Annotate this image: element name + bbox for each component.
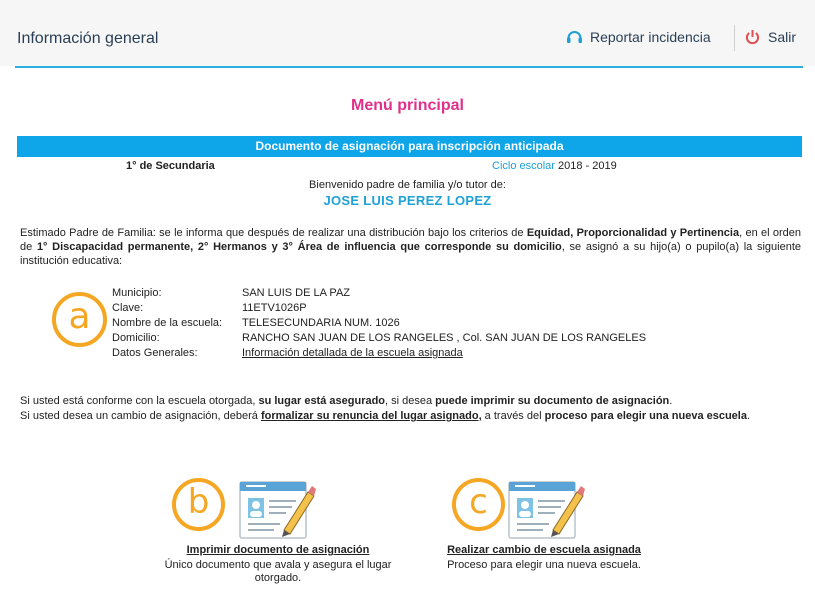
power-icon	[745, 30, 760, 45]
page-title: Información general	[17, 30, 159, 47]
headset-icon	[567, 31, 582, 43]
address-label: Domicilio:	[112, 332, 160, 344]
report-incident-button[interactable]: Reportar incidencia	[566, 29, 711, 45]
report-incident-label: Reportar incidencia	[590, 29, 711, 45]
school-cycle: Ciclo escolar 2018 - 2019	[492, 160, 617, 172]
document-title-bar: Documento de asignación para inscripción…	[17, 136, 802, 157]
welcome-text: Bienvenido padre de familia y/o tutor de…	[309, 179, 506, 191]
municipio-label: Municipio:	[112, 287, 162, 299]
student-name: JOSE LUIS PEREZ LOPEZ	[323, 193, 492, 208]
print-document-icon[interactable]	[236, 474, 318, 542]
school-name-label: Nombre de la escuela:	[112, 317, 223, 329]
grade-label: 1° de Secundaria	[126, 160, 215, 172]
municipio-value: SAN LUIS DE LA PAZ	[242, 287, 351, 299]
logout-label: Salir	[768, 29, 797, 45]
clave-value: 11ETV1026P	[242, 302, 307, 314]
school-details-link[interactable]: Información detallada de la escuela asig…	[242, 347, 463, 359]
marker-b: b	[172, 478, 225, 531]
change-school-icon[interactable]	[505, 474, 587, 542]
address-value: RANCHO SAN JUAN DE LOS RANGELES , Col. S…	[242, 332, 647, 344]
change-school-link[interactable]: Realizar cambio de escuela asignada	[416, 544, 672, 557]
cycle-label: Ciclo escolar	[492, 160, 555, 172]
cycle-value: 2018 - 2019	[558, 160, 617, 172]
clave-label: Clave:	[112, 302, 144, 314]
school-info: Municipio: SAN LUIS DE LA PAZ Clave: 11ETV…	[112, 286, 646, 361]
top-bar: Información general Reportar incidencia …	[0, 0, 815, 66]
header-divider	[734, 25, 735, 51]
change-school-desc: Proceso para elegir una nueva escuela.	[447, 559, 641, 571]
header-underline	[15, 66, 803, 68]
menu-title: Menú principal	[351, 97, 464, 114]
print-document-desc: Único documento que avala y asegura el l…	[164, 559, 392, 584]
change-action: Realizar cambio de escuela asignada Proc…	[416, 544, 672, 572]
marker-c: c	[452, 478, 505, 531]
marker-a: a	[52, 292, 107, 347]
print-document-link[interactable]: Imprimir documento de asignación	[150, 544, 406, 557]
school-name-value: TELESECUNDARIA NUM. 1026	[242, 317, 400, 329]
assignment-notice: Estimado Padre de Familia: se le informa…	[20, 227, 801, 267]
general-data-label: Datos Generales:	[112, 347, 198, 359]
conformity-notice: Si usted está conforme con la escuela ot…	[20, 395, 751, 422]
logout-button[interactable]: Salir	[745, 29, 796, 45]
print-action: Imprimir documento de asignación Único d…	[150, 544, 406, 585]
